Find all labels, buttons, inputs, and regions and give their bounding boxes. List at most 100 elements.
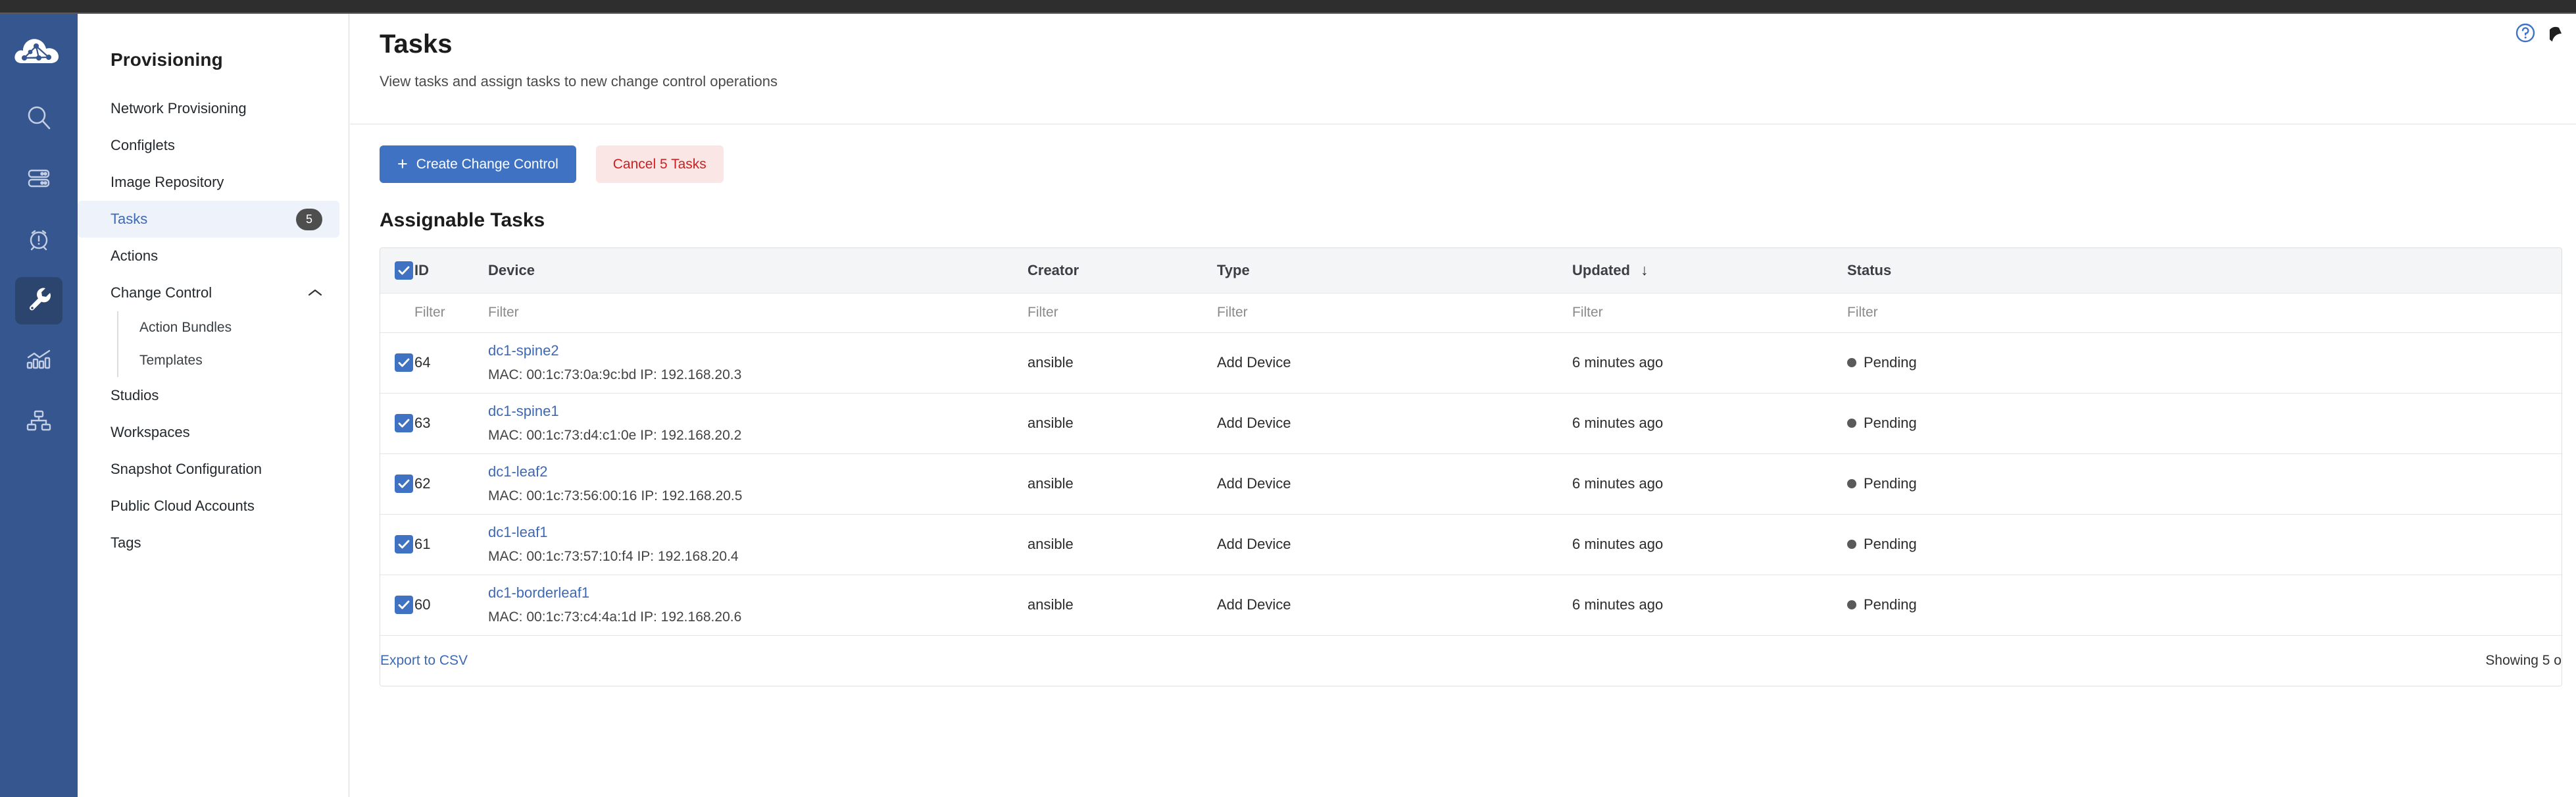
device-link[interactable]: dc1-spine2: [488, 342, 1028, 359]
column-header-label: ID: [414, 261, 429, 278]
filter-input-type[interactable]: Filter: [1217, 293, 1572, 332]
cell-creator: ansible: [1028, 415, 1074, 431]
rail-provisioning-button[interactable]: [15, 277, 62, 324]
sidebar-item-label: Image Repository: [111, 174, 224, 190]
user-avatar-icon[interactable]: [2550, 22, 2572, 44]
row-select-cell: [380, 332, 414, 393]
table-row[interactable]: 62 dc1-leaf2 MAC: 00:1c:73:56:00:16 IP: …: [380, 453, 2562, 514]
device-link[interactable]: dc1-leaf1: [488, 524, 1028, 541]
cloudvision-logo-icon[interactable]: [11, 24, 67, 81]
rail-devices-button[interactable]: [15, 156, 62, 203]
sidebar-item-studios[interactable]: Studios: [78, 377, 339, 414]
sidebar-item-actions[interactable]: Actions: [78, 238, 339, 274]
filter-input-creator[interactable]: Filter: [1028, 293, 1217, 332]
cell-device: dc1-borderleaf1 MAC: 00:1c:73:c4:4a:1d I…: [488, 575, 1028, 635]
sidebar-item-workspaces[interactable]: Workspaces: [78, 414, 339, 451]
topology-icon: [24, 406, 53, 438]
sidebar-item-tasks[interactable]: Tasks 5: [78, 201, 339, 238]
row-select-cell: [380, 575, 414, 635]
status-dot-icon: [1847, 540, 1856, 549]
sidebar-item-templates[interactable]: Templates: [118, 344, 349, 377]
cell-updated: 6 minutes ago: [1572, 415, 1664, 431]
sidebar-item-snapshot-configuration[interactable]: Snapshot Configuration: [78, 451, 339, 488]
cell-device: dc1-spine2 MAC: 00:1c:73:0a:9c:bd IP: 19…: [488, 332, 1028, 393]
sidebar-item-configlets[interactable]: Configlets: [78, 127, 339, 164]
filter-input-id[interactable]: Filter: [414, 293, 488, 332]
cell-status: Pending: [1847, 332, 2562, 393]
cell-id: 61: [414, 536, 431, 552]
sidebar-item-action-bundles[interactable]: Action Bundles: [118, 311, 349, 344]
sidebar-item-image-repository[interactable]: Image Repository: [78, 164, 339, 201]
row-checkbox[interactable]: [395, 596, 413, 614]
status-dot-icon: [1847, 600, 1856, 609]
devices-icon: [24, 164, 53, 196]
sidebar-item-change-control[interactable]: Change Control: [78, 274, 339, 311]
chevron-up-icon[interactable]: [308, 286, 322, 300]
column-header-creator[interactable]: Creator: [1028, 248, 1217, 293]
table-head: ID Device Creator Type Updated ↓ Status …: [380, 248, 2562, 332]
change-control-subnav: Action Bundles Templates: [117, 311, 349, 377]
create-change-control-button[interactable]: + Create Change Control: [380, 145, 576, 183]
device-meta: MAC: 00:1c:73:d4:c1:0e IP: 192.168.20.2: [488, 428, 742, 443]
column-header-label: Type: [1217, 261, 1250, 278]
table-filter-row: Filter Filter Filter Filter Filter Filte…: [380, 293, 2562, 332]
row-select-cell: [380, 393, 414, 453]
device-meta: MAC: 00:1c:73:57:10:f4 IP: 192.168.20.4: [488, 549, 739, 564]
rail-metrics-button[interactable]: [15, 338, 62, 385]
cell-status: Pending: [1847, 514, 2562, 575]
select-all-header-cell: [380, 248, 414, 293]
row-checkbox[interactable]: [395, 353, 413, 372]
cell-type: Add Device: [1217, 475, 1291, 492]
filter-input-updated[interactable]: Filter: [1572, 293, 1847, 332]
create-change-control-label: Create Change Control: [416, 156, 558, 172]
status-badge: Pending: [1864, 354, 1917, 371]
rail-search-button[interactable]: [15, 95, 62, 143]
filter-input-device[interactable]: Filter: [488, 293, 1028, 332]
sidebar-item-public-cloud-accounts[interactable]: Public Cloud Accounts: [78, 488, 339, 525]
column-header-type[interactable]: Type: [1217, 248, 1572, 293]
cell-id: 64: [414, 354, 431, 371]
column-header-label: Device: [488, 261, 535, 278]
status-badge: Pending: [1864, 536, 1917, 552]
column-header-updated[interactable]: Updated ↓: [1572, 248, 1847, 293]
events-alarm-icon: [24, 224, 53, 257]
row-checkbox[interactable]: [395, 414, 413, 432]
row-checkbox[interactable]: [395, 535, 413, 553]
row-select-cell: [380, 514, 414, 575]
cancel-tasks-button[interactable]: Cancel 5 Tasks: [595, 145, 724, 183]
header-icon-group: [2514, 22, 2572, 44]
sidebar-item-network-provisioning[interactable]: Network Provisioning: [78, 90, 339, 127]
rail-topology-button[interactable]: [15, 398, 62, 446]
device-link[interactable]: dc1-borderleaf1: [488, 584, 1028, 602]
table-row[interactable]: 61 dc1-leaf1 MAC: 00:1c:73:57:10:f4 IP: …: [380, 514, 2562, 575]
filter-input-status[interactable]: Filter: [1847, 293, 2562, 332]
device-link[interactable]: dc1-spine1: [488, 403, 1028, 420]
page-header: Tasks View tasks and assign tasks to new…: [350, 14, 2576, 124]
table-body: 64 dc1-spine2 MAC: 00:1c:73:0a:9c:bd IP:…: [380, 332, 2562, 635]
select-all-checkbox[interactable]: [395, 261, 413, 280]
table-row[interactable]: 63 dc1-spine1 MAC: 00:1c:73:d4:c1:0e IP:…: [380, 393, 2562, 453]
cell-id: 60: [414, 596, 431, 613]
sidebar-item-label: Public Cloud Accounts: [111, 498, 255, 514]
status-badge: Pending: [1864, 475, 1917, 492]
cell-type: Add Device: [1217, 536, 1291, 552]
table-row[interactable]: 64 dc1-spine2 MAC: 00:1c:73:0a:9c:bd IP:…: [380, 332, 2562, 393]
device-link[interactable]: dc1-leaf2: [488, 463, 1028, 480]
sidebar-nav-list: Network Provisioning Configlets Image Re…: [78, 90, 349, 561]
app-icon-rail: [0, 14, 78, 797]
table-footer-row: Export to CSV Showing 5 o: [380, 635, 2562, 686]
cell-device: dc1-leaf2 MAC: 00:1c:73:56:00:16 IP: 192…: [488, 453, 1028, 514]
column-header-device[interactable]: Device: [488, 248, 1028, 293]
table-row[interactable]: 60 dc1-borderleaf1 MAC: 00:1c:73:c4:4a:1…: [380, 575, 2562, 635]
rail-events-button[interactable]: [15, 217, 62, 264]
table-header-row: ID Device Creator Type Updated ↓ Status: [380, 248, 2562, 293]
help-circle-icon[interactable]: [2514, 22, 2537, 44]
sort-descending-icon: ↓: [1641, 261, 1648, 279]
export-to-csv-link[interactable]: Export to CSV: [380, 653, 468, 669]
status-dot-icon: [1847, 358, 1856, 367]
sidebar-item-tags[interactable]: Tags: [78, 525, 339, 561]
column-header-id[interactable]: ID: [414, 248, 488, 293]
sidebar-item-label: Tasks: [111, 211, 148, 227]
column-header-status[interactable]: Status: [1847, 248, 2562, 293]
row-checkbox[interactable]: [395, 475, 413, 493]
